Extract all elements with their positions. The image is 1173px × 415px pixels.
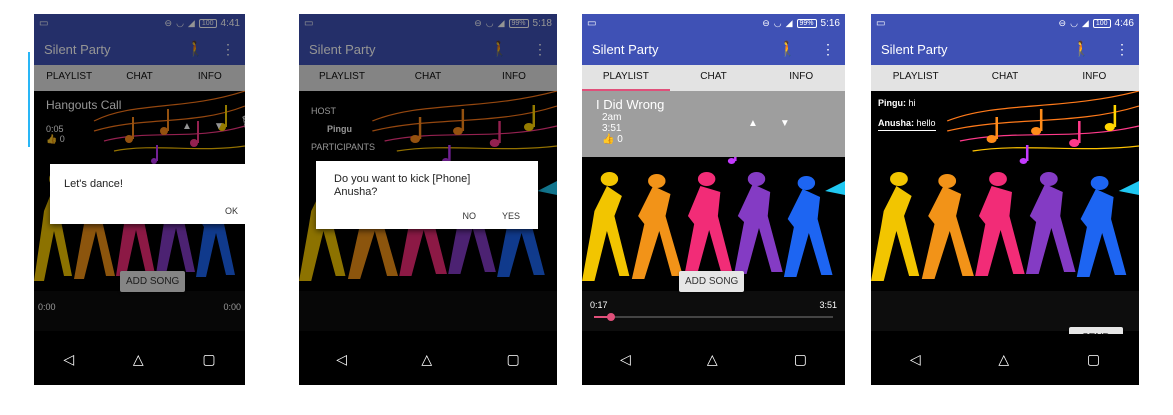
ok-button[interactable]: OK — [225, 206, 238, 216]
clock: 4:46 — [1114, 18, 1134, 29]
chat-message: Anusha: hello — [878, 118, 936, 131]
screen-chat: ▭ ⊖ ◡ ◢ 100 4:46 Silent Party 🚶 ⋮ PLAYLI… — [871, 14, 1139, 385]
app-bar: Silent Party 🚶 ⋮ — [582, 33, 845, 65]
back-icon[interactable]: ◁ — [620, 351, 631, 368]
thumbs-up-icon[interactable]: 👍 — [602, 134, 614, 145]
back-icon[interactable]: ◁ — [63, 351, 74, 368]
back-icon[interactable]: ◁ — [910, 351, 921, 368]
tab-playlist[interactable]: PLAYLIST — [582, 65, 670, 91]
tab-chat[interactable]: CHAT — [960, 65, 1049, 91]
dialog-message: Let's dance! — [64, 178, 123, 190]
battery-icon: 99% — [796, 19, 817, 28]
tab-bar: PLAYLIST CHAT INFO — [871, 65, 1139, 91]
chat-message: Pingu: hi — [878, 98, 936, 108]
overflow-menu-icon[interactable]: ⋮ — [821, 41, 835, 58]
screen-playlist-dialog: ▭ ⊖ ◡ ◢ 100 4:41 Silent Party 🚶 ⋮ PLAYLI… — [34, 14, 245, 385]
clock: 5:16 — [820, 18, 840, 29]
like-count: 0 — [617, 134, 623, 145]
wifi-icon: ◡ — [773, 18, 782, 28]
dnd-icon: ⊖ — [762, 18, 770, 28]
song-duration: 3:51 — [602, 123, 622, 134]
yes-button[interactable]: YES — [502, 211, 520, 221]
system-nav-bar: ◁ △ ▢ — [34, 334, 245, 385]
total-time: 3:51 — [819, 300, 837, 310]
overflow-menu-icon[interactable]: ⋮ — [1115, 41, 1129, 58]
tab-info[interactable]: INFO — [757, 65, 845, 91]
back-icon[interactable]: ◁ — [336, 351, 347, 368]
confirm-dialog: Do you want to kick [Phone] Anusha? NO Y… — [316, 161, 538, 229]
seek-thumb[interactable] — [606, 313, 615, 321]
seek-bar[interactable] — [594, 313, 833, 321]
tab-info[interactable]: INFO — [1050, 65, 1139, 91]
tab-bar: PLAYLIST CHAT INFO — [582, 65, 845, 91]
app-title: Silent Party — [881, 41, 948, 57]
current-song-row[interactable]: I Did Wrong 2am 3:51 👍 0 — [582, 91, 845, 157]
song-title: I Did Wrong — [596, 97, 665, 112]
add-song-button[interactable]: ADD SONG — [679, 271, 745, 292]
status-bar: ▭ ⊖ ◡ ◢ 99% 5:16 — [582, 14, 845, 33]
home-icon[interactable]: △ — [421, 351, 432, 368]
elapsed-time: 0:17 — [590, 300, 608, 310]
move-down-icon[interactable]: ▼ — [780, 118, 790, 129]
chat-user: Pingu: — [878, 98, 906, 108]
home-icon[interactable]: △ — [998, 351, 1009, 368]
recents-icon[interactable]: ▢ — [507, 351, 520, 368]
tab-playlist[interactable]: PLAYLIST — [871, 65, 960, 91]
person-icon[interactable]: 🚶 — [1072, 40, 1091, 58]
system-nav-bar: ◁ △ ▢ — [299, 334, 557, 385]
tab-chat[interactable]: CHAT — [670, 65, 758, 91]
battery-icon: 100 — [1092, 19, 1111, 28]
system-nav-bar: ◁ △ ▢ — [871, 334, 1139, 385]
home-icon[interactable]: △ — [707, 351, 718, 368]
notification-icon: ▭ — [587, 18, 597, 29]
alert-dialog: Let's dance! OK — [50, 164, 245, 224]
chat-user: Anusha: — [878, 118, 914, 128]
home-icon[interactable]: △ — [133, 351, 144, 368]
system-nav-bar: ◁ △ ▢ — [582, 334, 845, 385]
signal-icon: ◢ — [785, 18, 793, 28]
move-up-icon[interactable]: ▲ — [748, 118, 758, 129]
scroll-indicator — [28, 52, 30, 147]
screen-info-dialog: ▭ ⊖ ◡ ◢ 99% 5:18 Silent Party 🚶 ⋮ PLAYLI… — [299, 14, 557, 385]
recents-icon[interactable]: ▢ — [794, 351, 807, 368]
recents-icon[interactable]: ▢ — [1087, 351, 1100, 368]
wifi-icon: ◡ — [1070, 18, 1078, 28]
app-bar: Silent Party 🚶 ⋮ — [871, 33, 1139, 65]
notification-icon: ▭ — [876, 18, 886, 29]
screen-playlist: ▭ ⊖ ◡ ◢ 99% 5:16 Silent Party 🚶 ⋮ PLAYLI… — [582, 14, 845, 385]
chat-text: hi — [908, 98, 916, 108]
dialog-message: Do you want to kick [Phone] Anusha? — [334, 173, 471, 198]
person-icon[interactable]: 🚶 — [778, 40, 797, 58]
app-title: Silent Party — [592, 41, 659, 57]
recents-icon[interactable]: ▢ — [202, 351, 215, 368]
status-bar: ▭ ⊖ ◡ ◢ 100 4:46 — [871, 14, 1139, 33]
chat-text: hello — [916, 118, 936, 128]
signal-icon: ◢ — [1081, 18, 1089, 28]
dnd-icon: ⊖ — [1058, 18, 1067, 28]
no-button[interactable]: NO — [462, 211, 476, 221]
chat-messages: Pingu: hi Anusha: hello — [878, 98, 936, 141]
song-artist: 2am — [602, 112, 622, 123]
